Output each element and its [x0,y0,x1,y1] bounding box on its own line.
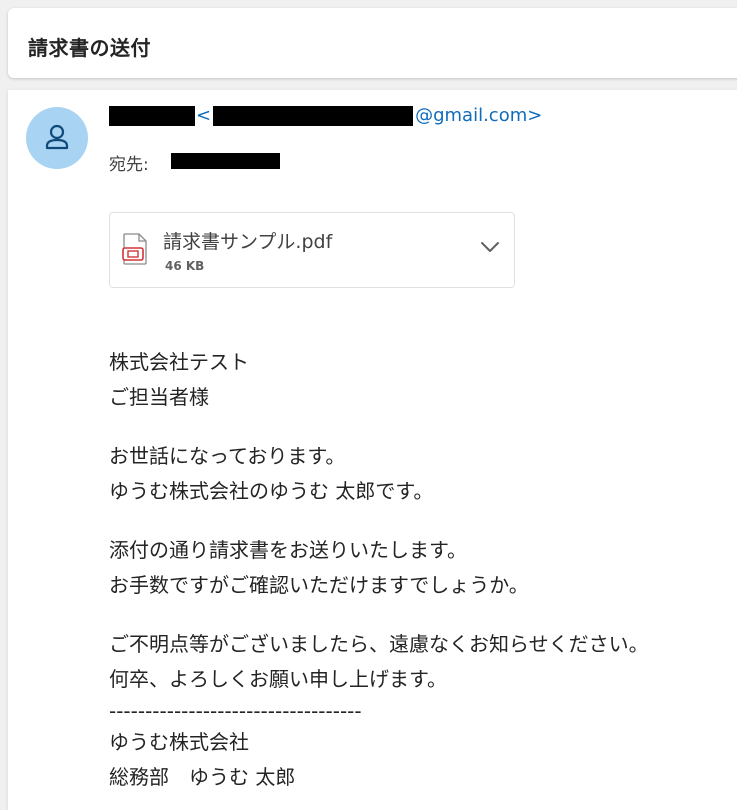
body-line: 何卒、よろしくお願い申し上げます。 [109,667,447,691]
signature-block: ----------------------------------- ゆうむ株… [109,697,737,795]
body-line: お世話になっております。 [109,444,346,468]
redacted-sender-name [109,106,195,126]
body-line: ご不明点等がございましたら、遠慮なくお知らせください。 [109,632,649,656]
redacted-recipient [171,153,280,169]
signature-divider: ----------------------------------- [109,699,362,723]
body-line: 添付の通り請求書をお送りいたします。 [109,538,467,562]
attachment-filename: 請求書サンプル.pdf [163,231,333,253]
body-intro: お世話になっております。 ゆうむ株式会社のゆうむ 太郎です。 [109,439,737,509]
recipient-row: 宛先: [109,150,149,175]
redacted-email-local [213,105,414,126]
sender-email[interactable]: < @gmail.com> [196,105,542,126]
recipient-label: 宛先: [109,155,149,175]
body-greeting: 株式会社テスト ご担当者様 [109,345,737,415]
chevron-down-icon[interactable] [480,241,500,253]
email-message-card: < @gmail.com> 宛先: 請求書サンプル.pdf 46 KB 株式会社… [8,90,737,810]
body-main: 添付の通り請求書をお送りいたします。 お手数ですがご確認いただけますでしょうか。 [109,533,737,603]
attachment-filesize: 46 KB [165,259,205,273]
sender-email-domain: @gmail.com> [415,105,543,126]
email-subject: 請求書の送付 [28,36,151,60]
email-body: 株式会社テスト ご担当者様 お世話になっております。 ゆうむ株式会社のゆうむ 太… [109,345,737,795]
sender-email-prefix: < [196,105,212,126]
body-line: 株式会社テスト [109,350,249,374]
body-line: お手数ですがご確認いただけますでしょうか。 [109,573,529,597]
sender-avatar[interactable] [26,107,88,169]
body-closing: ご不明点等がございましたら、遠慮なくお知らせください。 何卒、よろしくお願い申し… [109,627,737,697]
body-line: ゆうむ株式会社のゆうむ 太郎です。 [109,479,434,503]
person-icon [45,124,69,150]
pdf-file-icon [122,233,147,265]
attachment-card[interactable]: 請求書サンプル.pdf 46 KB [109,212,515,288]
subject-header: 請求書の送付 [8,8,737,78]
signature-company: ゆうむ株式会社 [109,730,249,754]
signature-name: 総務部 ゆうむ 太郎 [109,765,296,789]
body-line: ご担当者様 [109,385,209,409]
